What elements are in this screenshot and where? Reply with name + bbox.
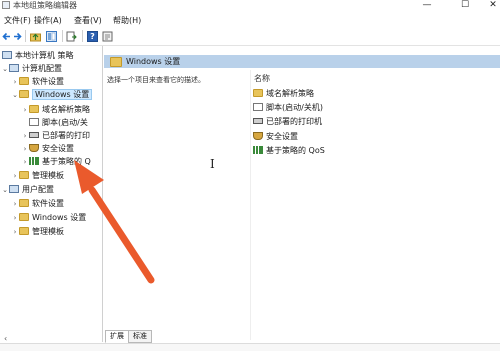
arrow-head-icon	[74, 160, 104, 194]
annotation-arrow	[74, 160, 155, 284]
